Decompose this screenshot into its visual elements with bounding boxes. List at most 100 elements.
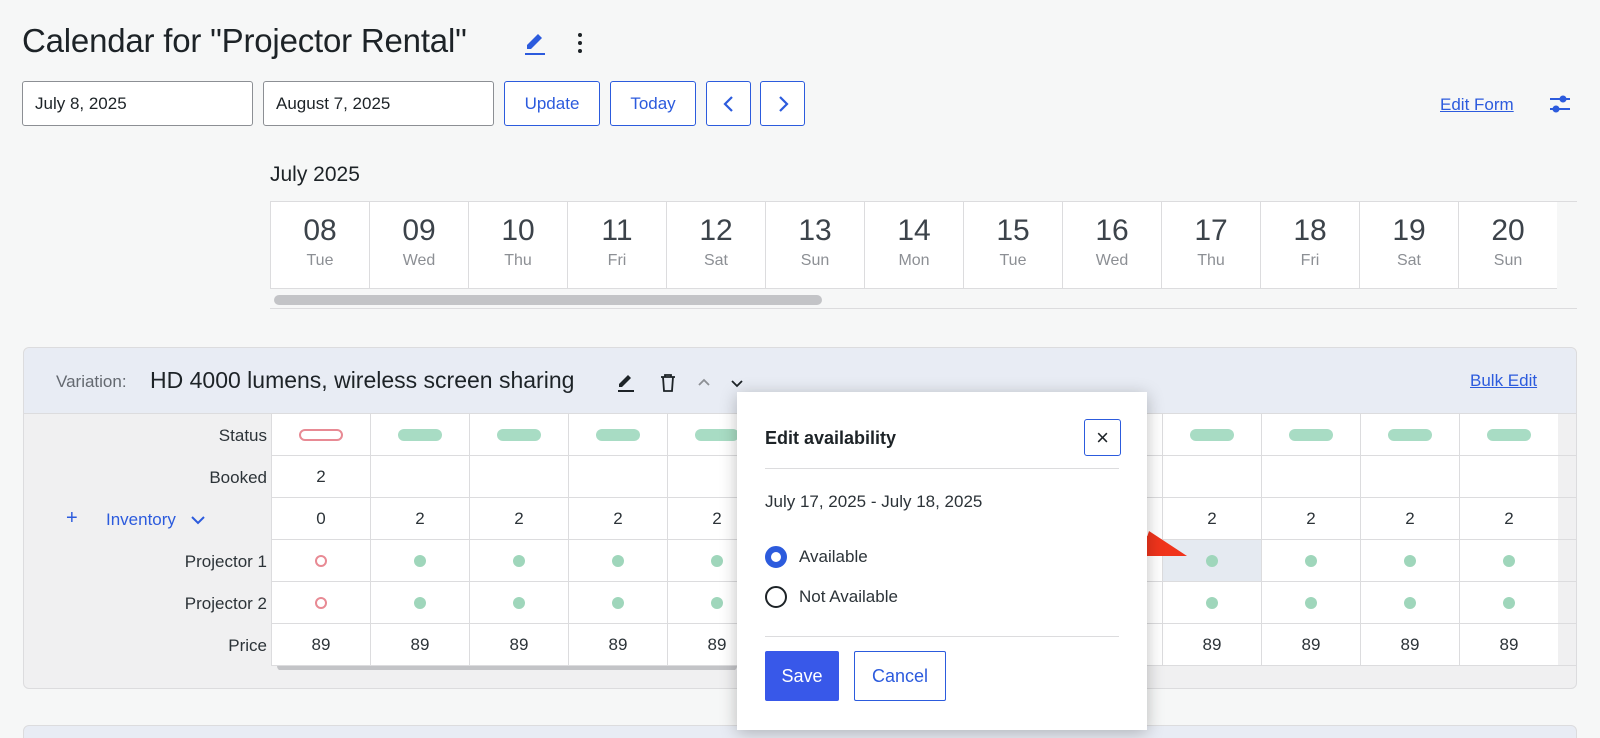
edit-variation-icon[interactable] <box>616 372 636 394</box>
day-number: 12 <box>699 214 733 247</box>
radio-not-available-control[interactable] <box>765 586 787 608</box>
modal-close-button[interactable]: × <box>1084 419 1121 456</box>
update-button[interactable]: Update <box>504 81 600 126</box>
row-label-price: Price <box>228 636 267 655</box>
cell-inventory-11[interactable]: 2 <box>568 498 667 539</box>
cell-status-18[interactable] <box>1261 414 1360 455</box>
modal-divider <box>765 468 1119 469</box>
cell-inventory-08[interactable]: 0 <box>271 498 370 539</box>
cell-booked-10[interactable] <box>469 456 568 497</box>
cell-status-17[interactable] <box>1162 414 1261 455</box>
cell-projector-2-19[interactable] <box>1360 582 1459 623</box>
cell-price-11[interactable]: 89 <box>568 624 667 665</box>
settings-sliders-icon[interactable] <box>1549 93 1571 120</box>
day-header-18: 18 Fri <box>1260 202 1359 289</box>
cell-price-10[interactable]: 89 <box>469 624 568 665</box>
cell-projector-2-20[interactable] <box>1459 582 1558 623</box>
cell-inventory-18[interactable]: 2 <box>1261 498 1360 539</box>
cell-price-09[interactable]: 89 <box>370 624 469 665</box>
cell-projector-1-18[interactable] <box>1261 540 1360 581</box>
cell-price-17[interactable]: 89 <box>1162 624 1261 665</box>
edit-title-icon[interactable] <box>522 28 548 58</box>
cell-status-19[interactable] <box>1360 414 1459 455</box>
today-button[interactable]: Today <box>610 81 696 126</box>
day-of-week: Mon <box>898 252 930 269</box>
page-title: Calendar for "Projector Rental" <box>22 22 467 59</box>
inventory-add-button[interactable]: + <box>66 507 78 530</box>
cancel-button[interactable]: Cancel <box>854 651 946 701</box>
day-number: 10 <box>501 214 535 247</box>
day-number: 17 <box>1194 214 1228 247</box>
cell-projector-2-08[interactable] <box>271 582 370 623</box>
cell-booked-11[interactable] <box>568 456 667 497</box>
available-indicator <box>1404 554 1416 567</box>
day-number: 20 <box>1491 214 1525 247</box>
cell-booked-19[interactable] <box>1360 456 1459 497</box>
edit-form-link[interactable]: Edit Form <box>1440 95 1514 115</box>
cell-inventory-09[interactable]: 2 <box>370 498 469 539</box>
cell-inventory-17[interactable]: 2 <box>1162 498 1261 539</box>
available-indicator <box>497 428 541 441</box>
cell-price-08[interactable]: 89 <box>271 624 370 665</box>
cell-price-18[interactable]: 89 <box>1261 624 1360 665</box>
cell-projector-1-10[interactable] <box>469 540 568 581</box>
day-header-20: 20 Sun <box>1458 202 1557 289</box>
cell-projector-2-10[interactable] <box>469 582 568 623</box>
available-indicator <box>695 428 739 441</box>
cell-projector-1-11[interactable] <box>568 540 667 581</box>
available-indicator <box>596 428 640 441</box>
next-button[interactable] <box>760 81 805 126</box>
cell-inventory-19[interactable]: 2 <box>1360 498 1459 539</box>
previous-button[interactable] <box>706 81 751 126</box>
cell-booked-20[interactable] <box>1459 456 1558 497</box>
available-indicator <box>711 554 723 567</box>
cell-booked-17[interactable] <box>1162 456 1261 497</box>
header-scrollbar[interactable] <box>274 295 822 305</box>
available-indicator <box>1190 428 1234 441</box>
cell-projector-1-20[interactable] <box>1459 540 1558 581</box>
chevron-down-icon[interactable] <box>727 372 747 394</box>
cell-status-09[interactable] <box>370 414 469 455</box>
save-button[interactable]: Save <box>765 651 839 701</box>
delete-variation-icon[interactable] <box>658 372 678 394</box>
chevron-up-icon[interactable] <box>694 372 714 394</box>
cell-projector-1-08[interactable] <box>271 540 370 581</box>
cell-inventory-20[interactable]: 2 <box>1459 498 1558 539</box>
cell-inventory-10[interactable]: 2 <box>469 498 568 539</box>
variation-label: Variation: <box>56 372 127 391</box>
more-options-icon[interactable] <box>574 28 586 58</box>
cell-booked-18[interactable] <box>1261 456 1360 497</box>
cell-projector-1-17[interactable] <box>1162 540 1261 581</box>
inventory-toggle[interactable]: Inventory <box>106 510 208 530</box>
radio-available-control[interactable] <box>765 546 787 568</box>
cell-status-20[interactable] <box>1459 414 1558 455</box>
cell-booked-09[interactable] <box>370 456 469 497</box>
radio-available[interactable]: Available <box>765 546 868 568</box>
day-header-17: 17 Thu <box>1161 202 1260 289</box>
cell-projector-1-09[interactable] <box>370 540 469 581</box>
cell-price-19[interactable]: 89 <box>1360 624 1459 665</box>
end-date-input[interactable] <box>263 81 494 126</box>
available-indicator <box>1305 596 1317 609</box>
cell-projector-2-09[interactable] <box>370 582 469 623</box>
radio-not-available[interactable]: Not Available <box>765 586 898 608</box>
edit-availability-modal: Edit availability × July 17, 2025 - July… <box>737 392 1147 730</box>
variation-name: HD 4000 lumens, wireless screen sharing <box>150 367 575 393</box>
cell-status-10[interactable] <box>469 414 568 455</box>
day-of-week: Thu <box>504 252 532 269</box>
available-indicator <box>513 596 525 609</box>
cell-booked-08[interactable]: 2 <box>271 456 370 497</box>
day-header-11: 11 Fri <box>567 202 666 289</box>
day-of-week: Tue <box>306 252 334 269</box>
cell-status-08[interactable] <box>271 414 370 455</box>
day-of-week: Sun <box>1493 252 1523 269</box>
cell-projector-2-11[interactable] <box>568 582 667 623</box>
cell-price-20[interactable]: 89 <box>1459 624 1558 665</box>
bulk-edit-link[interactable]: Bulk Edit <box>1470 371 1537 391</box>
cell-projector-2-18[interactable] <box>1261 582 1360 623</box>
start-date-input[interactable] <box>22 81 253 126</box>
cell-projector-1-19[interactable] <box>1360 540 1459 581</box>
cell-projector-2-17[interactable] <box>1162 582 1261 623</box>
unavailable-indicator <box>299 428 343 441</box>
cell-status-11[interactable] <box>568 414 667 455</box>
